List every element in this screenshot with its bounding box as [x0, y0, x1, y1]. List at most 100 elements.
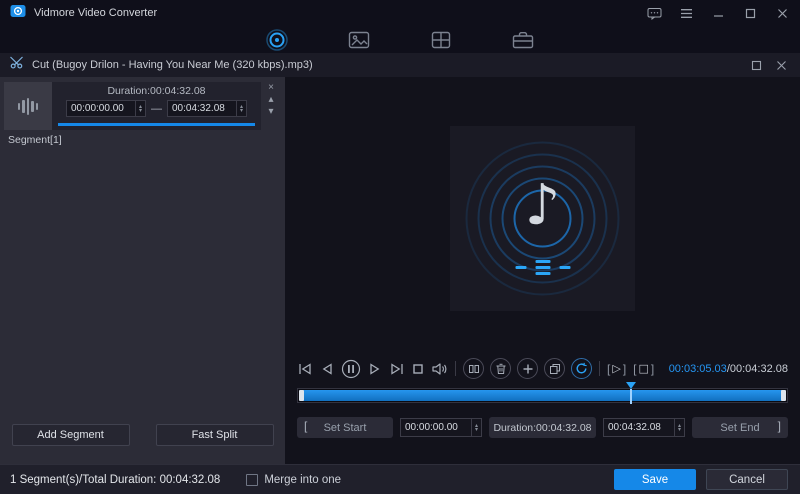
window-controls [646, 5, 790, 21]
segment-move-up-icon[interactable]: ▴ [268, 95, 273, 105]
add-segment-icon-button[interactable] [517, 358, 538, 379]
segment-range-row: ▴▾ — ▴▾ [58, 100, 255, 117]
bracket-left: [ [633, 361, 637, 376]
play-segment-button[interactable]: [▷] [607, 362, 626, 376]
trim-start-handle[interactable] [299, 390, 304, 401]
dialog-title: Cut (Bugoy Drilon - Having You Near Me (… [32, 59, 313, 71]
scissors-icon [10, 56, 25, 74]
bracket-right: ] [650, 361, 655, 376]
set-start-label: Set Start [323, 421, 367, 434]
bracket-left: [ [304, 419, 308, 433]
step-forward-icon[interactable] [367, 362, 383, 376]
segment-start-spinner[interactable]: ▴ ▾ [135, 101, 145, 116]
close-icon[interactable] [774, 5, 790, 21]
segment-card[interactable]: Duration:00:04:32.08 ▴▾ — ▴▾ × ▴ [4, 82, 283, 130]
feedback-icon[interactable] [646, 5, 662, 21]
timeline-selection-fill [300, 390, 785, 401]
reset-button[interactable] [571, 358, 592, 379]
segment-start-input[interactable] [67, 101, 135, 116]
playhead-line [629, 389, 632, 404]
player-panel: ♪ [▷] [□] 00:03:05.03/00:04:32.08 [… [285, 77, 800, 464]
time-display: 00:03:05.03/00:04:32.08 [669, 363, 788, 375]
stop-glyph: □ [638, 362, 649, 375]
stop-button[interactable] [411, 362, 425, 376]
range-separator: — [151, 102, 162, 115]
current-time: 00:03:05.03 [668, 362, 727, 375]
total-time: 00:04:32.08 [729, 362, 788, 375]
menu-icon[interactable] [678, 5, 694, 21]
trim-start-input[interactable] [401, 419, 471, 436]
pause-button[interactable] [341, 359, 361, 379]
save-button[interactable]: Save [614, 469, 696, 490]
cut-dialog-header: Cut (Bugoy Drilon - Having You Near Me (… [0, 53, 800, 77]
timeline-track[interactable] [297, 382, 788, 404]
tab-toolbox[interactable] [510, 28, 536, 52]
stop-segment-button[interactable]: [□] [633, 362, 654, 376]
playback-controls: [▷] [□] 00:03:05.03/00:04:32.08 [285, 358, 800, 379]
segments-summary: 1 Segment(s)/Total Duration: 00:04:32.08 [10, 473, 221, 486]
segment-card-body: Duration:00:04:32.08 ▴▾ — ▴▾ [52, 82, 261, 130]
segment-end-field: ▴▾ [167, 100, 247, 117]
segment-progress-bar [58, 123, 255, 126]
app-title: Vidmore Video Converter [34, 7, 158, 19]
divider [599, 361, 600, 376]
trim-end-input[interactable] [604, 419, 674, 436]
merge-checkbox[interactable] [246, 473, 259, 486]
dialog-maximize-icon[interactable] [747, 57, 765, 73]
bracket-right: ] [777, 419, 781, 433]
merge-into-one-toggle[interactable]: Merge into one [246, 473, 342, 486]
album-art: ♪ [450, 126, 635, 311]
audio-thumbnail-icon [4, 82, 52, 130]
set-end-label: Set End [720, 421, 760, 434]
bracket-left: [ [607, 361, 611, 376]
segment-name-label: Segment[1] [8, 134, 62, 146]
segment-start-field: ▴▾ [66, 100, 146, 117]
trim-end-spinner[interactable]: ▴ ▾ [674, 419, 684, 436]
minimize-icon[interactable] [710, 5, 726, 21]
main-nav [0, 26, 800, 53]
merge-label: Merge into one [264, 473, 342, 486]
transport-group [297, 359, 448, 379]
segment-duration-label: Duration:00:04:32.08 [107, 85, 206, 97]
dialog-close-icon[interactable] [772, 57, 790, 73]
segment-end-spinner[interactable]: ▴ ▾ [236, 101, 246, 116]
dialog-body: Duration:00:04:32.08 ▴▾ — ▴▾ × ▴ [0, 77, 800, 464]
cancel-button[interactable]: Cancel [706, 469, 788, 490]
play-glyph: ▷ [612, 362, 621, 375]
skip-start-icon[interactable] [297, 362, 313, 376]
step-back-icon[interactable] [319, 362, 335, 376]
dialog-footer: 1 Segment(s)/Total Duration: 00:04:32.08… [0, 464, 800, 494]
segment-move-down-icon[interactable]: ▾ [268, 107, 273, 117]
playhead-triangle-icon [625, 382, 636, 389]
music-note-icon: ♪ [524, 173, 561, 238]
delete-segment-button[interactable] [490, 358, 511, 379]
split-segment-button[interactable] [463, 358, 484, 379]
trim-start-field: ▴▾ [400, 418, 482, 437]
segment-end-input[interactable] [168, 101, 236, 116]
maximize-icon[interactable] [742, 5, 758, 21]
divider [455, 361, 456, 376]
tab-mv[interactable] [346, 28, 372, 52]
trim-end-field: ▴▾ [603, 418, 685, 437]
trim-start-spinner[interactable]: ▴ ▾ [471, 419, 481, 436]
add-segment-button[interactable]: Add Segment [11, 424, 130, 446]
segment-card-gutter: × ▴ ▾ [261, 82, 281, 130]
app-logo-icon [10, 3, 26, 24]
copy-segment-button[interactable] [544, 358, 565, 379]
volume-icon[interactable] [431, 362, 448, 376]
bracket-right: ] [622, 361, 627, 376]
skip-end-icon[interactable] [389, 362, 405, 376]
segment-panel: Duration:00:04:32.08 ▴▾ — ▴▾ × ▴ [0, 77, 285, 464]
trim-controls: [ Set Start ▴▾ Duration:00:04:32.08 ▴▾ S… [297, 417, 788, 438]
tab-collage[interactable] [428, 28, 454, 52]
trim-end-handle[interactable] [781, 390, 786, 401]
tab-converter[interactable] [264, 28, 290, 52]
segment-edit-group [463, 358, 592, 379]
set-start-button[interactable]: [ Set Start [297, 417, 393, 438]
equalizer-dashes-icon [515, 260, 570, 275]
trim-duration-label: Duration:00:04:32.08 [489, 417, 596, 438]
player-stage: ♪ [285, 91, 800, 346]
set-end-button[interactable]: Set End ] [692, 417, 788, 438]
fast-split-button[interactable]: Fast Split [155, 424, 274, 446]
segment-remove-icon[interactable]: × [268, 83, 274, 93]
